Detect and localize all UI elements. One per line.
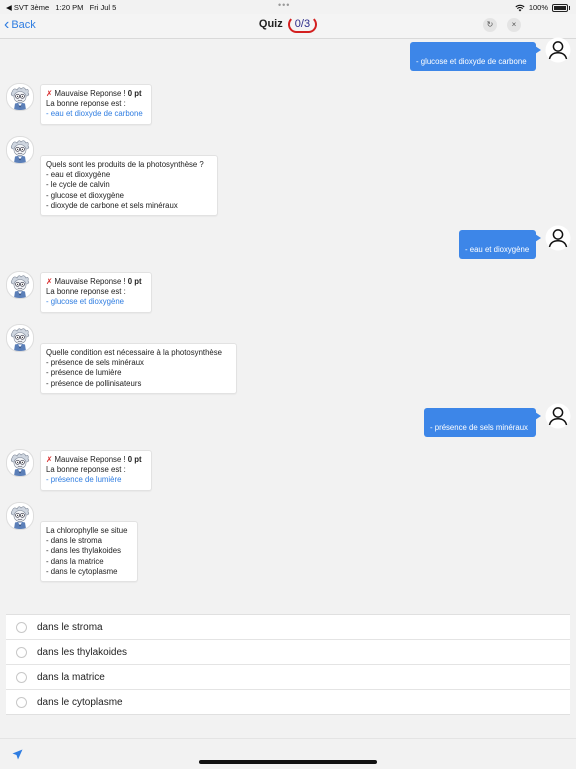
feedback-title: ✗ Mauvaise Reponse ! 0 pt [46, 277, 146, 287]
nav-bar: ‹ Back Quiz 0/3 ↻ × [0, 14, 576, 39]
user-answer-bubble: - présence de sels minéraux [424, 408, 541, 437]
answer-choice[interactable]: dans la matrice [6, 665, 570, 690]
question-option: - glucose et dioxygène [46, 190, 125, 200]
radio-button[interactable] [16, 696, 27, 708]
correct-answer-link[interactable]: - eau et dioxyde de carbone [46, 109, 146, 119]
answer-choice-label: dans le stroma [37, 621, 103, 633]
battery-percent: 100% [528, 3, 548, 12]
correct-answer-link[interactable]: - glucose et dioxygène [46, 297, 146, 307]
radio-button[interactable] [16, 621, 27, 633]
question-text: Quelle condition est nécessaire à la pho… [46, 348, 222, 357]
refresh-button[interactable]: ↻ [483, 18, 497, 32]
cross-icon: ✗ [46, 89, 53, 98]
answer-choice-label: dans la matrice [37, 671, 105, 683]
bottom-bar [0, 738, 576, 769]
scientist-avatar-icon [6, 136, 34, 164]
feedback-prefix: Mauvaise Reponse ! [54, 89, 128, 98]
answer-choices-list: dans le stroma dans les thylakoides dans… [6, 614, 570, 715]
home-indicator[interactable] [199, 760, 377, 764]
score-badge: 0/3 [287, 16, 318, 33]
send-icon[interactable] [12, 749, 23, 760]
status-date: Fri Jul 5 [89, 3, 117, 12]
feedback-intro: La bonne reponse est : [46, 99, 126, 109]
answer-choice-label: dans les thylakoides [37, 646, 128, 658]
feedback-bubble: ✗ Mauvaise Reponse ! 0 pt La bonne repons… [40, 450, 152, 491]
scientist-avatar-icon [6, 324, 34, 352]
carrier: ◀ SVT 3ème [6, 3, 50, 12]
answer-choice[interactable]: dans le cytoplasme [6, 690, 570, 714]
feedback-points: 0 pt [127, 89, 142, 98]
question-text: La chlorophylle se situe [46, 526, 128, 535]
cross-icon: ✗ [46, 277, 53, 286]
feedback-prefix: Mauvaise Reponse ! [54, 277, 128, 286]
feedback-bubble: ✗ Mauvaise Reponse ! 0 pt La bonne repons… [40, 84, 152, 125]
multitask-dots[interactable]: ••• [278, 0, 290, 10]
answer-choice[interactable]: dans le stroma [6, 615, 570, 640]
user-answer-bubble: - eau et dioxygène [459, 230, 541, 259]
user-avatar-icon [545, 37, 571, 63]
feedback-intro: La bonne reponse est : [46, 465, 126, 475]
scientist-avatar-icon [6, 83, 34, 111]
question-option: - dans les thylakoides [46, 546, 121, 556]
answer-choice-label: dans le cytoplasme [37, 696, 123, 708]
user-answer-bubble: - glucose et dioxyde de carbone [410, 42, 541, 71]
user-answer-text: - présence de sels minéraux [430, 423, 528, 432]
question-option: - présence de pollinisateurs [46, 378, 142, 388]
question-option: - eau et dioxygène [46, 170, 111, 180]
radio-button[interactable] [16, 646, 27, 658]
feedback-bubble: ✗ Mauvaise Reponse ! 0 pt La bonne repons… [40, 272, 152, 313]
feedback-title: ✗ Mauvaise Reponse ! 0 pt [46, 89, 146, 99]
question-option: - dans la matrice [46, 556, 104, 566]
question-option: - dioxyde de carbone et sels minéraux [46, 200, 178, 210]
question-option: - dans le stroma [46, 536, 102, 546]
scientist-avatar-icon [6, 502, 34, 530]
feedback-points: 0 pt [127, 277, 142, 286]
quiz-title: Quiz [258, 18, 283, 30]
close-button[interactable]: × [507, 18, 521, 32]
radio-button[interactable] [16, 671, 27, 683]
battery-icon [552, 3, 570, 12]
status-bar: ◀ SVT 3ème 1:20 PM Fri Jul 5 ••• 100% [0, 0, 576, 14]
user-avatar-icon [545, 403, 571, 429]
user-answer-text: - glucose et dioxyde de carbone [416, 57, 527, 66]
feedback-title: ✗ Mauvaise Reponse ! 0 pt [46, 455, 146, 465]
question-bubble: Quels sont les produits de la photosynth… [40, 155, 218, 217]
question-option: - dans le cytoplasme [46, 566, 118, 576]
status-left: ◀ SVT 3ème 1:20 PM Fri Jul 5 [6, 3, 116, 12]
status-time: 1:20 PM [55, 3, 84, 12]
question-option: - le cycle de calvin [46, 180, 110, 190]
scientist-avatar-icon [6, 449, 34, 477]
question-option: - présence de sels minéraux [46, 358, 144, 368]
user-answer-text: - eau et dioxygène [465, 245, 530, 254]
wifi-icon [515, 4, 525, 11]
answer-choice[interactable]: dans les thylakoides [6, 640, 570, 665]
feedback-points: 0 pt [127, 455, 142, 464]
feedback-prefix: Mauvaise Reponse ! [54, 455, 128, 464]
user-avatar-icon [545, 225, 571, 251]
correct-answer-link[interactable]: - présence de lumière [46, 475, 146, 485]
cross-icon: ✗ [46, 455, 53, 464]
question-text: Quels sont les produits de la photosynth… [46, 160, 204, 169]
question-option: - présence de lumière [46, 368, 122, 378]
feedback-intro: La bonne reponse est : [46, 287, 126, 297]
question-bubble: Quelle condition est nécessaire à la pho… [40, 343, 237, 394]
question-bubble: La chlorophylle se situe - dans le strom… [40, 521, 138, 583]
scientist-avatar-icon [6, 271, 34, 299]
status-right: 100% [515, 3, 570, 12]
